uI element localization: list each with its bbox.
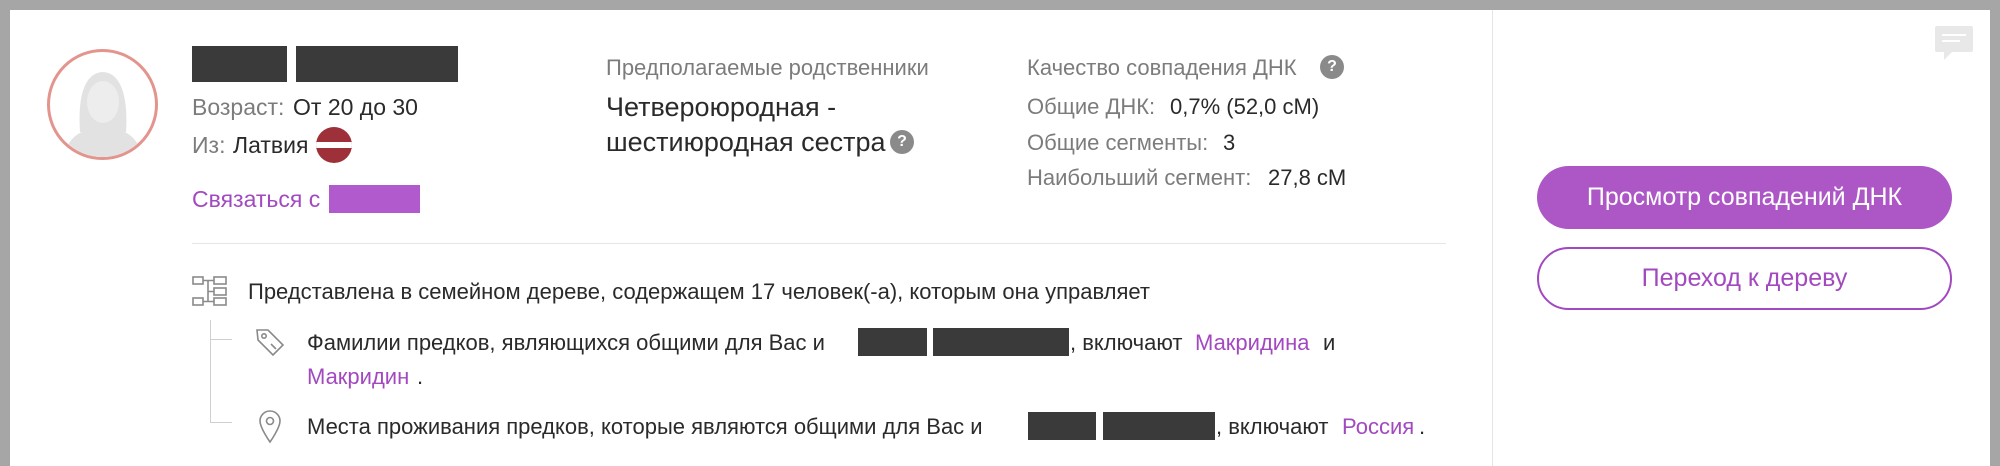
dna-quality-heading: Качество совпадения ДНК [1027, 55, 1297, 80]
help-icon[interactable]: ? [890, 130, 914, 154]
surnames-and: и [1323, 330, 1336, 355]
avatar-placeholder-icon [64, 72, 142, 157]
location-pin-icon [259, 410, 281, 444]
redacted-name [1028, 412, 1096, 440]
shared-dna-label: Общие ДНК: [1027, 94, 1156, 119]
view-dna-matches-button[interactable]: Просмотр совпадений ДНК [1537, 166, 1952, 229]
section-divider [192, 243, 1446, 244]
family-tree-icon [192, 276, 227, 306]
largest-segment-label: Наибольший сегмент: [1027, 165, 1252, 190]
place-link[interactable]: Россия [1342, 414, 1414, 440]
shared-surnames-prefix: Фамилии предков, являющихся общими для В… [307, 330, 825, 355]
places-end: . [1419, 414, 1426, 439]
relationship-line1: Четвероюродная - [606, 92, 837, 122]
tag-icon [256, 329, 285, 357]
name-redacted-first [192, 46, 287, 82]
shared-places-mid: , включают [1216, 414, 1329, 439]
tree-info-text: Представлена в семейном дереве, содержащ… [248, 279, 1150, 304]
relationship-heading: Предполагаемые родственники [606, 55, 929, 80]
age-label: Возраст: [192, 94, 285, 120]
redacted-name [858, 328, 927, 356]
relationship-line2: шестиюродная сестра [606, 127, 886, 157]
redacted-name [933, 328, 1069, 356]
surname-link[interactable]: Макридин [307, 364, 409, 390]
chat-icon[interactable] [1934, 25, 1974, 61]
contact-name-redacted[interactable] [329, 185, 420, 213]
name-redacted-last [296, 46, 458, 82]
shared-segments-label: Общие сегменты: [1027, 130, 1209, 155]
go-to-tree-button[interactable]: Переход к дереву [1537, 247, 1952, 310]
actions-panel [1492, 10, 1980, 466]
from-label: Из: [192, 132, 226, 158]
shared-segments-value: 3 [1223, 130, 1236, 155]
help-icon[interactable]: ? [1320, 55, 1344, 79]
largest-segment-value: 27,8 сМ [1268, 165, 1347, 190]
age-value: От 20 до 30 [293, 94, 418, 120]
shared-surnames-mid: , включают [1070, 330, 1183, 355]
tree-connector [210, 422, 232, 423]
latvia-flag-icon [316, 127, 352, 163]
surnames-end: . [417, 364, 424, 389]
surname-link[interactable]: Макридина [1195, 330, 1309, 356]
avatar[interactable] [47, 49, 158, 160]
shared-dna-value: 0,7% (52,0 сМ) [1170, 94, 1320, 119]
redacted-name [1103, 412, 1215, 440]
shared-places-prefix: Места проживания предков, которые являют… [307, 414, 983, 439]
tree-connector [210, 339, 232, 340]
tree-connector [210, 320, 211, 422]
contact-link[interactable]: Связаться с [192, 185, 320, 213]
from-value: Латвия [233, 132, 309, 158]
